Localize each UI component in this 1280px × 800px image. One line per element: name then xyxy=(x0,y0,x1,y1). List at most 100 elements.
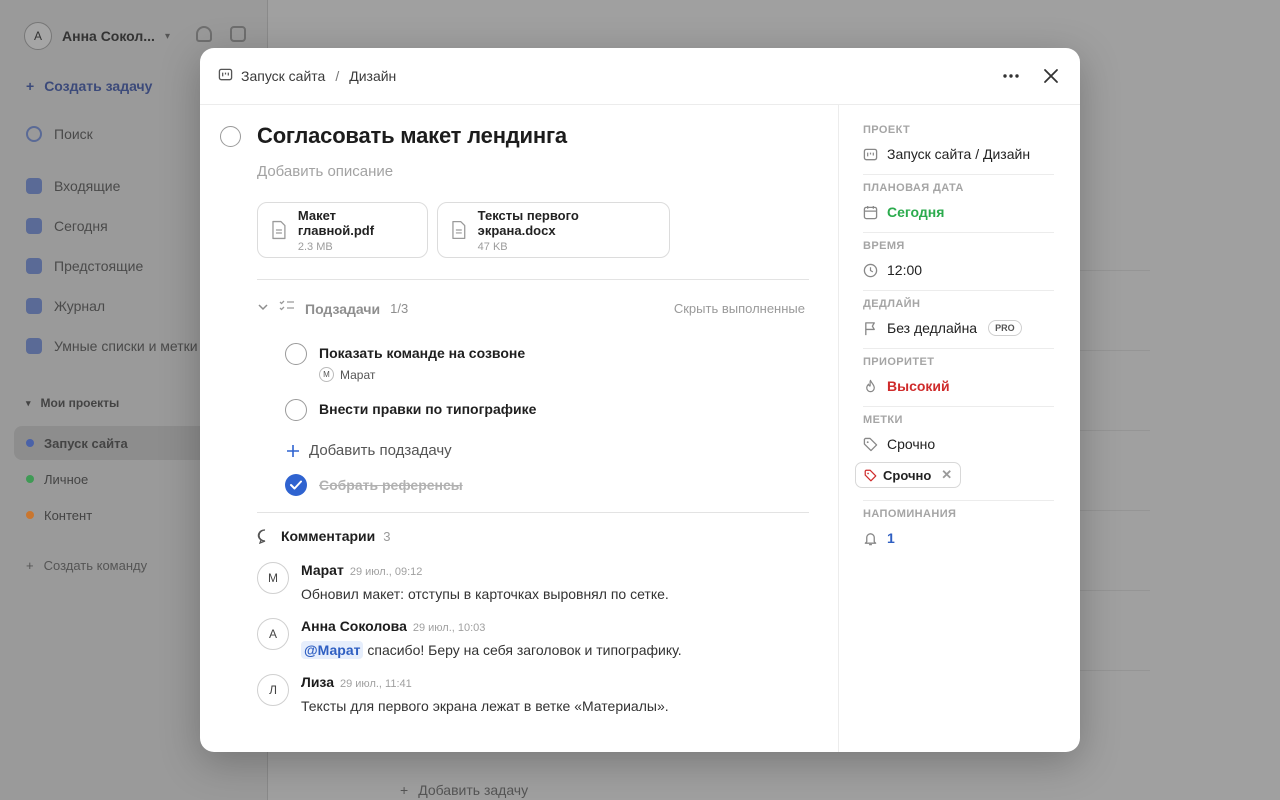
projects-section-header[interactable]: ▾ Мои проекты xyxy=(26,396,119,410)
comment-text: Тексты для первого экрана лежат в ветке … xyxy=(301,698,669,714)
user-name: Анна Сокол... xyxy=(62,28,155,44)
calendar-icon xyxy=(863,205,878,219)
sidebar-item-log[interactable]: Журнал xyxy=(26,298,105,314)
chevron-down-icon[interactable] xyxy=(257,301,269,316)
background-add-task[interactable]: + Добавить задачу xyxy=(400,782,528,798)
property-label: Дедлайн xyxy=(863,298,921,310)
avatar[interactable]: Л xyxy=(257,674,289,706)
attachments: Макет главной.pdf 2.3 MB Тексты первого … xyxy=(257,202,670,258)
comment-time: 29 июл., 11:41 xyxy=(340,678,412,690)
project-color-dot xyxy=(26,439,34,447)
project-picker[interactable]: Запуск сайта / Дизайн xyxy=(863,146,1054,162)
property-value: Срочно xyxy=(887,436,936,452)
avatar: М xyxy=(319,367,334,382)
avatar[interactable]: А xyxy=(257,618,289,650)
assignee-name: Марат xyxy=(340,367,376,382)
property-label: Метки xyxy=(863,414,903,426)
tag-icon xyxy=(864,469,877,481)
subtasks-count: 1/3 xyxy=(390,301,409,316)
sidebar-item-label: Входящие xyxy=(54,178,121,194)
property-label: Напоминания xyxy=(863,508,957,520)
add-subtask-button[interactable]: Добавить подзадачу xyxy=(287,442,452,459)
flag-icon xyxy=(865,321,875,335)
user-menu[interactable]: А Анна Сокол... ▾ xyxy=(24,22,170,50)
attachment-item[interactable]: Тексты первого экрана.docx 47 KB xyxy=(437,202,670,258)
mention-chip[interactable]: @Марат xyxy=(301,641,364,659)
chevron-down-icon: ▾ xyxy=(26,397,31,408)
create-team-button[interactable]: + Создать команду xyxy=(26,558,147,573)
task-modal: Запуск сайта / Дизайн Согласовать макет … xyxy=(200,48,1080,752)
sidebar-item-upcoming[interactable]: Предстоящие xyxy=(26,258,143,274)
subtask-text[interactable]: Собрать референсы xyxy=(319,477,463,493)
subtask-item-completed: Собрать референсы xyxy=(285,474,463,496)
property-value: Сегодня xyxy=(887,204,945,220)
subtask-text[interactable]: Показать команде на созвоне xyxy=(319,345,525,361)
tag-chip-label: Срочно xyxy=(883,467,932,483)
remove-tag-icon[interactable]: ✕ xyxy=(941,467,952,483)
project-color-dot xyxy=(26,511,34,519)
create-team-label: Создать команду xyxy=(43,558,148,573)
deadline-picker[interactable]: Без дедлайна PRO xyxy=(863,320,1054,336)
reminders-picker[interactable]: 1 xyxy=(863,530,1054,546)
subtask-assignee[interactable]: М Марат xyxy=(319,367,525,382)
priority-picker[interactable]: Высокий xyxy=(863,378,1054,394)
property-value: 12:00 xyxy=(887,262,923,278)
property-label: Время xyxy=(863,240,905,252)
document-icon xyxy=(452,221,466,239)
property-label: Приоритет xyxy=(863,356,935,368)
avatar[interactable]: М xyxy=(257,562,289,594)
plus-icon: + xyxy=(26,78,35,94)
divider xyxy=(257,512,809,513)
subtask-checkbox[interactable] xyxy=(285,343,307,365)
add-subtask-label: Добавить подзадачу xyxy=(309,442,452,459)
hide-completed-button[interactable]: Скрыть выполненные xyxy=(674,301,805,316)
subtasks-header: Подзадачи 1/3 Скрыть выполненные xyxy=(257,299,809,318)
pro-badge: PRO xyxy=(988,320,1022,336)
sidebar-item-label: Поиск xyxy=(54,126,93,142)
breadcrumb-project[interactable]: Запуск сайта xyxy=(241,68,325,84)
property-deadline: Дедлайн Без дедлайна PRO xyxy=(863,291,1054,349)
sidebar-toggle-icon[interactable] xyxy=(230,26,246,42)
comment-author: Марат xyxy=(301,562,344,578)
breadcrumb-section[interactable]: Дизайн xyxy=(349,68,396,84)
section-label: Мои проекты xyxy=(40,396,120,410)
project-icon xyxy=(218,67,233,85)
tag-chip[interactable]: Срочно ✕ xyxy=(855,462,962,488)
close-button[interactable] xyxy=(1040,65,1062,87)
comment-time: 29 июл., 09:12 xyxy=(349,566,423,578)
bell-icon[interactable] xyxy=(196,26,212,42)
time-picker[interactable]: 12:00 xyxy=(863,262,1054,278)
create-task-button[interactable]: + Создать задачу xyxy=(26,78,152,94)
property-value: Без дедлайна xyxy=(887,320,978,336)
task-details-pane: Согласовать макет лендинга Добавить опис… xyxy=(200,105,839,752)
comment-icon xyxy=(257,529,266,544)
task-complete-checkbox[interactable] xyxy=(220,125,241,147)
create-task-label: Создать задачу xyxy=(44,78,153,94)
document-icon xyxy=(272,220,286,240)
task-title[interactable]: Согласовать макет лендинга xyxy=(257,123,567,149)
property-project: Проект Запуск сайта / Дизайн xyxy=(863,117,1054,175)
attachment-item[interactable]: Макет главной.pdf 2.3 MB xyxy=(257,202,428,258)
description-input[interactable]: Добавить описание xyxy=(257,163,393,180)
subtask-checkbox[interactable] xyxy=(285,399,307,421)
more-options-button[interactable] xyxy=(1000,65,1022,87)
property-reminders: Напоминания 1 xyxy=(863,501,1054,558)
subtask-checkbox-checked[interactable] xyxy=(285,474,307,496)
comment-item: А Анна Соколова 29 июл., 10:03 @Марат спа… xyxy=(257,618,682,659)
property-time: Время 12:00 xyxy=(863,233,1054,291)
tags-picker[interactable]: Срочно xyxy=(863,436,1054,452)
modal-header: Запуск сайта / Дизайн xyxy=(200,48,1080,105)
subtask-text[interactable]: Внести правки по типографике xyxy=(319,401,536,417)
checklist-icon xyxy=(279,299,295,318)
avatar: А xyxy=(24,22,52,50)
comment-author: Анна Соколова xyxy=(301,618,407,634)
sidebar-item-search[interactable]: Поиск xyxy=(26,126,93,142)
sidebar-item-today[interactable]: Сегодня xyxy=(26,218,108,234)
calendar-icon xyxy=(26,218,42,234)
sidebar-item-inbox[interactable]: Входящие xyxy=(26,178,120,194)
subtask-item: Показать команде на созвоне М Марат xyxy=(285,343,525,382)
project-color-dot xyxy=(26,475,34,483)
sidebar-item-smart-lists[interactable]: Умные списки и метки xyxy=(26,338,198,354)
project-label: Запуск сайта xyxy=(44,435,128,451)
date-picker[interactable]: Сегодня xyxy=(863,204,1054,220)
